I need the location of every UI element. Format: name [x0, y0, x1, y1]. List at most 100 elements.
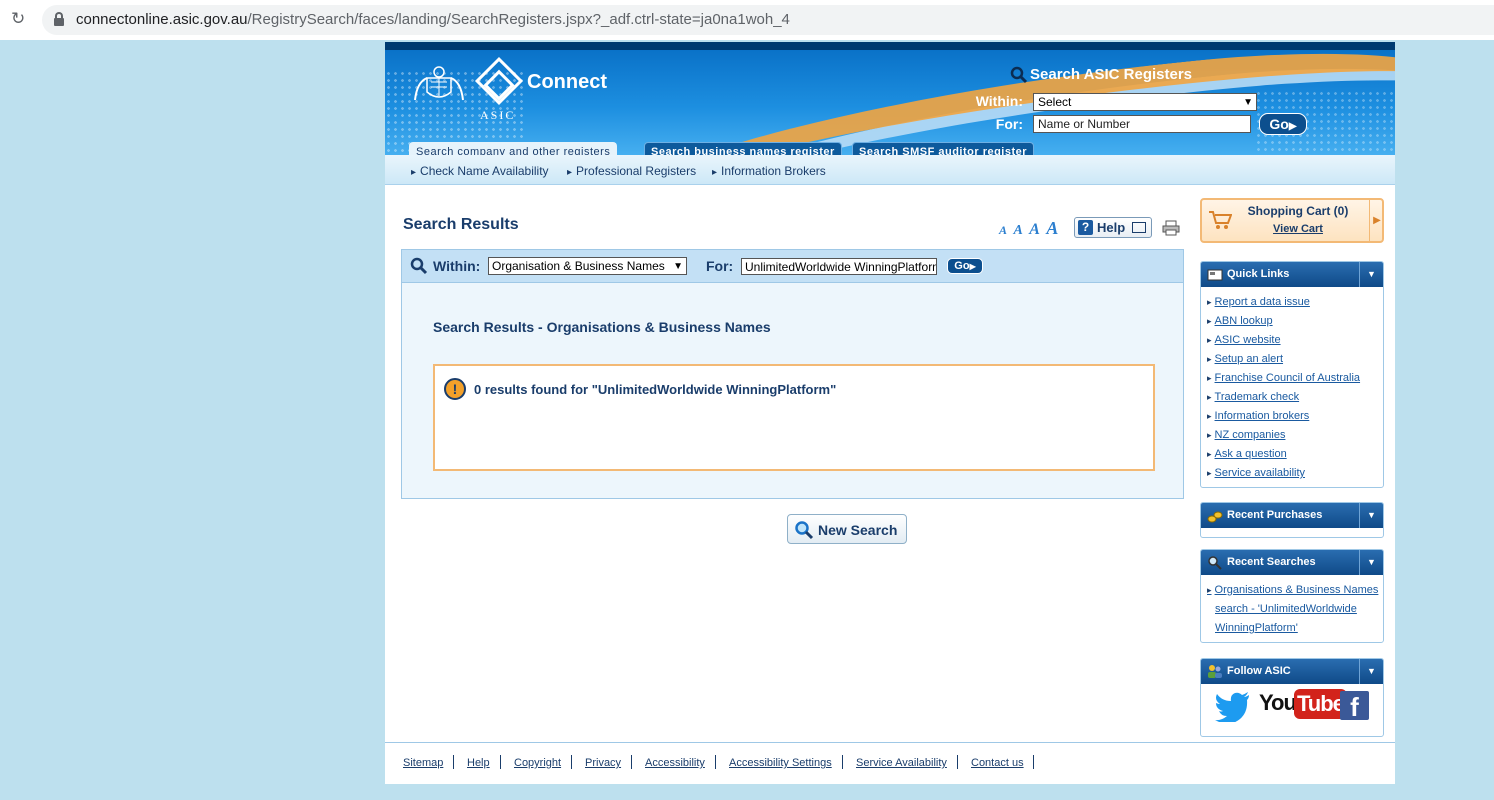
footer-link-copyright[interactable]: Copyright	[514, 757, 561, 769]
search-icon	[1208, 556, 1222, 570]
font-size-controls: A A A A	[999, 218, 1060, 239]
popup-icon	[1132, 222, 1146, 233]
connect-title: Connect	[527, 71, 607, 93]
tab-company-registers[interactable]: Search company and other registers	[409, 142, 618, 155]
address-bar[interactable]: connectonline.asic.gov.au/RegistrySearch…	[42, 5, 1494, 35]
widget-header: Recent Purchases ▼	[1201, 503, 1383, 528]
tab-business-names[interactable]: Search business names register	[644, 142, 842, 155]
search-icon	[1010, 66, 1028, 84]
footer-link-accessibility[interactable]: Accessibility	[645, 757, 705, 769]
footer-separator	[631, 755, 632, 769]
header-go-button[interactable]: Go▶	[1259, 113, 1307, 135]
url-text: connectonline.asic.gov.au/RegistrySearch…	[76, 11, 790, 28]
quick-link-item[interactable]: Franchise Council of Australia	[1207, 369, 1379, 388]
header-for-input[interactable]: Name or Number	[1033, 115, 1251, 133]
recent-purchases-widget: Recent Purchases ▼	[1200, 502, 1384, 538]
youtube-icon[interactable]: You	[1259, 690, 1297, 716]
footer-link-sitemap[interactable]: Sitemap	[403, 757, 443, 769]
subnav-information-brokers[interactable]: Information Brokers	[712, 164, 826, 178]
print-icon[interactable]	[1162, 220, 1180, 236]
footer-separator	[842, 755, 843, 769]
footer-link-help[interactable]: Help	[467, 757, 490, 769]
widget-title: Quick Links	[1227, 268, 1290, 280]
recent-searches-list[interactable]: Organisations & Business Names search - …	[1201, 575, 1383, 642]
reload-icon[interactable]: ↻	[11, 10, 29, 28]
footer-link-privacy[interactable]: Privacy	[585, 757, 621, 769]
results-message: 0 results found for "UnlimitedWorldwide …	[474, 382, 837, 397]
cart-icon	[1209, 211, 1232, 229]
quick-link-item[interactable]: Service availability	[1207, 464, 1379, 483]
asic-label: ASIC	[480, 108, 516, 122]
new-search-button[interactable]: New Search	[787, 514, 907, 544]
footer-separator	[453, 755, 454, 769]
search-icon	[410, 257, 428, 275]
quick-link-item[interactable]: Ask a question	[1207, 445, 1379, 464]
subnav-professional-registers[interactable]: Professional Registers	[567, 164, 696, 178]
quick-link-item[interactable]: NZ companies	[1207, 426, 1379, 445]
footer-link-contact[interactable]: Contact us	[971, 757, 1024, 769]
chevron-down-icon[interactable]: ▼	[1359, 503, 1383, 528]
within-label: Within:	[433, 258, 481, 274]
recent-search-link[interactable]: WinningPlatform'	[1207, 619, 1379, 638]
search-icon	[795, 521, 814, 540]
view-cart-link[interactable]: View Cart	[1234, 223, 1362, 235]
chevron-down-icon[interactable]: ▼	[1359, 659, 1383, 684]
chevron-down-icon[interactable]: ▼	[1359, 550, 1383, 575]
results-panel: Search Results - Organisations & Busines…	[401, 283, 1184, 499]
search-registers-title: Search ASIC Registers	[1030, 66, 1193, 83]
for-label: For:	[995, 116, 1023, 132]
within-label: Within:	[975, 93, 1023, 109]
font-size-large[interactable]: A	[1029, 221, 1040, 238]
results-heading: Search Results - Organisations & Busines…	[433, 319, 771, 335]
page: ASIC Connect Search ASIC Registers Withi…	[385, 42, 1395, 784]
quick-links-list: Report a data issue ABN lookup ASIC webs…	[1201, 287, 1383, 487]
social-links: You Tube f	[1201, 684, 1383, 736]
header-within-select[interactable]: Select ▼	[1033, 93, 1257, 111]
quick-link-item[interactable]: Setup an alert	[1207, 350, 1379, 369]
search-input[interactable]: UnlimitedWorldwide WinningPlatform	[741, 258, 937, 275]
widget-header: Quick Links ▼	[1201, 262, 1383, 287]
quick-link-item[interactable]: Information brokers	[1207, 407, 1379, 426]
footer-link-accessibility-settings[interactable]: Accessibility Settings	[729, 757, 832, 769]
subnav-check-name[interactable]: Check Name Availability	[411, 164, 549, 178]
people-icon	[1208, 665, 1222, 678]
font-size-xlarge[interactable]: A	[1046, 218, 1058, 238]
footer-separator	[500, 755, 501, 769]
links-icon	[1207, 269, 1223, 281]
widget-title: Recent Purchases	[1227, 509, 1323, 521]
search-bar: Within: Organisation & Business Names ▼ F…	[401, 249, 1184, 283]
chevron-right-icon: ▶	[969, 262, 976, 271]
browser-toolbar: ↻ connectonline.asic.gov.au/RegistrySear…	[0, 0, 1494, 40]
within-select[interactable]: Organisation & Business Names ▼	[488, 257, 687, 275]
shopping-cart[interactable]: Shopping Cart (0) View Cart ▶	[1200, 198, 1384, 243]
quick-link-item[interactable]: ABN lookup	[1207, 312, 1379, 331]
recent-search-link[interactable]: search - 'UnlimitedWorldwide	[1207, 600, 1379, 619]
for-label: For:	[706, 258, 734, 274]
page-title: Search Results	[403, 216, 519, 233]
font-size-small[interactable]: A	[999, 223, 1007, 237]
widget-header: Recent Searches ▼	[1201, 550, 1383, 575]
footer-link-service-availability[interactable]: Service Availability	[856, 757, 947, 769]
twitter-icon[interactable]	[1215, 690, 1251, 722]
widget-header: Follow ASIC ▼	[1201, 659, 1383, 684]
font-size-medium[interactable]: A	[1013, 223, 1022, 238]
lock-icon	[54, 12, 64, 26]
quick-link-item[interactable]: Report a data issue	[1207, 293, 1379, 312]
follow-asic-widget: Follow ASIC ▼ You Tube f	[1200, 658, 1384, 737]
chevron-down-icon[interactable]: ▼	[1359, 262, 1383, 287]
quick-link-item[interactable]: Trademark check	[1207, 388, 1379, 407]
youtube-icon[interactable]: Tube	[1294, 689, 1347, 719]
help-button[interactable]: ? Help	[1074, 217, 1152, 238]
tab-smsf-auditor[interactable]: Search SMSF auditor register	[852, 142, 1035, 155]
facebook-icon[interactable]: f	[1340, 691, 1369, 720]
footer-separator	[1033, 755, 1034, 769]
chevron-right-icon[interactable]: ▶	[1369, 200, 1384, 241]
recent-search-link[interactable]: Organisations & Business Names	[1207, 581, 1379, 600]
top-strip	[385, 42, 1395, 50]
quick-link-item[interactable]: ASIC website	[1207, 331, 1379, 350]
chevron-down-icon: ▼	[673, 261, 683, 272]
go-button[interactable]: Go▶	[947, 258, 983, 274]
quick-links-widget: Quick Links ▼ Report a data issue ABN lo…	[1200, 261, 1384, 488]
header-banner: ASIC Connect Search ASIC Registers Withi…	[385, 50, 1395, 155]
new-search-label: New Search	[818, 522, 898, 538]
